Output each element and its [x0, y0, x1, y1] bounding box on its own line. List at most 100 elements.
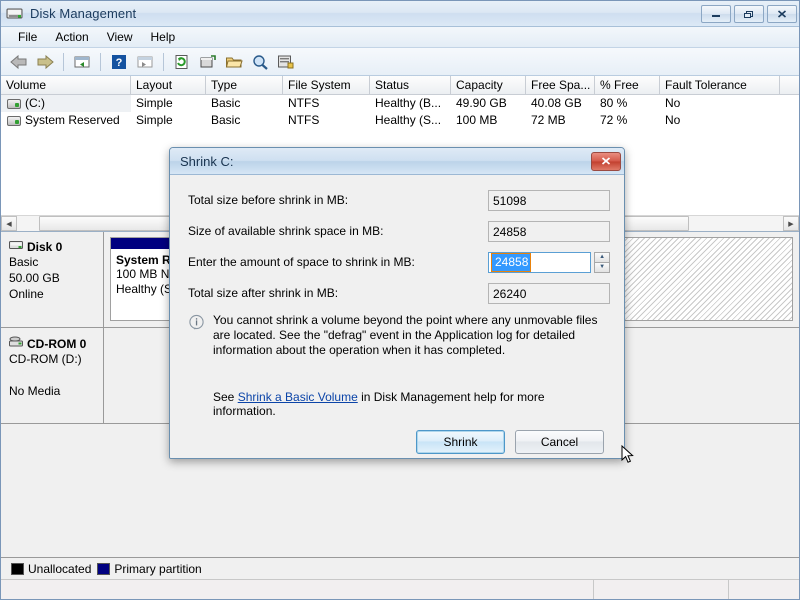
refresh-icon[interactable]: [170, 50, 194, 74]
close-button[interactable]: [767, 5, 797, 23]
status-bar: [1, 579, 799, 599]
help-icon[interactable]: ?: [107, 50, 131, 74]
column-header-type[interactable]: Type: [206, 76, 283, 94]
volume-list-header: VolumeLayoutTypeFile SystemStatusCapacit…: [1, 76, 799, 95]
legend-item-primary-partition: Primary partition: [97, 562, 201, 576]
cell-file-system: NTFS: [283, 112, 370, 129]
column-header-fault-tolerance[interactable]: Fault Tolerance: [660, 76, 780, 94]
window-title-bar[interactable]: Disk Management: [1, 1, 799, 27]
shrink-a-basic-volume-link[interactable]: Shrink a Basic Volume: [238, 390, 358, 404]
cell-type: Basic: [206, 95, 283, 112]
dialog-info-text: You cannot shrink a volume beyond the po…: [213, 313, 610, 358]
svg-text:?: ?: [116, 57, 123, 69]
maximize-button[interactable]: [734, 5, 764, 23]
status-bar-cell-secondary: [594, 580, 729, 599]
column-header-volume[interactable]: Volume: [1, 76, 131, 94]
dialog-help-line: See Shrink a Basic Volume in Disk Manage…: [188, 390, 610, 418]
cell-percent-free: 80 %: [595, 95, 660, 112]
cancel-button[interactable]: Cancel: [515, 430, 604, 454]
minimize-button[interactable]: [701, 5, 731, 23]
shrink-volume-dialog: Shrink C: Total size before shrink in MB…: [169, 147, 625, 459]
all-tasks-icon[interactable]: [274, 50, 298, 74]
show-hide-console-tree-icon[interactable]: [133, 50, 157, 74]
stepper-down-icon[interactable]: ▼: [594, 263, 610, 273]
legend-item-unallocated: Unallocated: [11, 562, 91, 576]
column-header-status[interactable]: Status: [370, 76, 451, 94]
column-header-file-system[interactable]: File System: [283, 76, 370, 94]
disk-management-icon: [6, 6, 24, 22]
shrink-amount-stepper[interactable]: ▲ ▼: [594, 252, 610, 273]
cell-fault-tolerance: No: [660, 112, 780, 129]
cell-percent-free: 72 %: [595, 112, 660, 129]
open-icon[interactable]: [222, 50, 246, 74]
volume-drive-icon: [7, 99, 21, 109]
up-one-level-icon[interactable]: [70, 50, 94, 74]
mouse-cursor: [621, 445, 635, 465]
table-row[interactable]: (C:)SimpleBasicNTFSHealthy (B...49.90 GB…: [1, 95, 799, 112]
disk0-title-row: Disk 0: [9, 240, 97, 254]
cell-volume-label: (C:): [25, 95, 45, 112]
shrink-amount-input[interactable]: 24858: [488, 252, 591, 273]
field-label: Total size after shrink in MB:: [188, 286, 488, 300]
legend-label-primary: Primary partition: [114, 562, 201, 576]
column-header-layout[interactable]: Layout: [131, 76, 206, 94]
partition-legend: Unallocated Primary partition: [1, 557, 799, 579]
cell-free-space: 72 MB: [526, 112, 595, 129]
column-header-capacity[interactable]: Capacity: [451, 76, 526, 94]
back-icon[interactable]: [7, 50, 31, 74]
cell-capacity: 49.90 GB: [451, 95, 526, 112]
field-available-shrink-space: Size of available shrink space in MB: 24…: [188, 220, 610, 242]
field-total-size-after-shrink: Total size after shrink in MB: 26240: [188, 282, 610, 304]
field-label: Enter the amount of space to shrink in M…: [188, 255, 488, 269]
dialog-info-block: You cannot shrink a volume beyond the po…: [188, 313, 610, 358]
dialog-body: Total size before shrink in MB: 51098 Si…: [170, 175, 624, 418]
shrink-button[interactable]: Shrink: [416, 430, 505, 454]
legend-label-unallocated: Unallocated: [28, 562, 91, 576]
cell-layout: Simple: [131, 95, 206, 112]
menu-item-help[interactable]: Help: [142, 28, 185, 46]
scroll-left-icon[interactable]: ◀: [1, 216, 17, 231]
field-shrink-amount: Enter the amount of space to shrink in M…: [188, 251, 610, 273]
cdrom0-spacer: [9, 367, 97, 383]
window-title: Disk Management: [30, 6, 701, 21]
field-label: Size of available shrink space in MB:: [188, 224, 488, 238]
toolbar: ?: [1, 48, 799, 76]
hard-disk-icon: [9, 240, 24, 254]
cell-status: Healthy (B...: [370, 95, 451, 112]
help-prefix: See: [213, 390, 238, 404]
volume-drive-icon: [7, 116, 21, 126]
legend-swatch-unallocated: [11, 563, 24, 575]
shrink-amount-value: 24858: [492, 254, 530, 271]
toolbar-separator: [63, 53, 64, 71]
dialog-footer: Shrink Cancel: [170, 418, 624, 459]
available-shrink-space-value: 24858: [488, 221, 610, 242]
cell-layout: Simple: [131, 112, 206, 129]
dialog-title: Shrink C:: [180, 154, 591, 169]
toolbar-separator: [100, 53, 101, 71]
cell-type: Basic: [206, 112, 283, 129]
forward-icon[interactable]: [33, 50, 57, 74]
disk0-status: Online: [9, 286, 97, 302]
menu-item-file[interactable]: File: [9, 28, 46, 46]
disk-management-window: Disk Management File Action View Help: [0, 0, 800, 600]
disk0-type: Basic: [9, 254, 97, 270]
disk0-info: Disk 0 Basic 50.00 GB Online: [1, 232, 104, 327]
menu-item-view[interactable]: View: [98, 28, 142, 46]
column-header-free-spa[interactable]: Free Spa...: [526, 76, 595, 94]
properties-icon[interactable]: [248, 50, 272, 74]
stepper-up-icon[interactable]: ▲: [594, 252, 610, 263]
dialog-title-bar[interactable]: Shrink C:: [170, 148, 624, 175]
scroll-right-icon[interactable]: ▶: [783, 216, 799, 231]
cell-volume: (C:): [1, 95, 131, 112]
menu-bar: File Action View Help: [1, 27, 799, 48]
rescan-disks-icon[interactable]: [196, 50, 220, 74]
table-row[interactable]: System ReservedSimpleBasicNTFSHealthy (S…: [1, 112, 799, 129]
cdrom0-status: No Media: [9, 383, 97, 399]
window-controls: [701, 5, 797, 23]
menu-item-action[interactable]: Action: [46, 28, 97, 46]
cell-capacity: 100 MB: [451, 112, 526, 129]
column-header-free[interactable]: % Free: [595, 76, 660, 94]
cdrom-icon: [9, 336, 24, 351]
cell-volume: System Reserved: [1, 112, 131, 129]
dialog-close-button[interactable]: [591, 152, 621, 171]
